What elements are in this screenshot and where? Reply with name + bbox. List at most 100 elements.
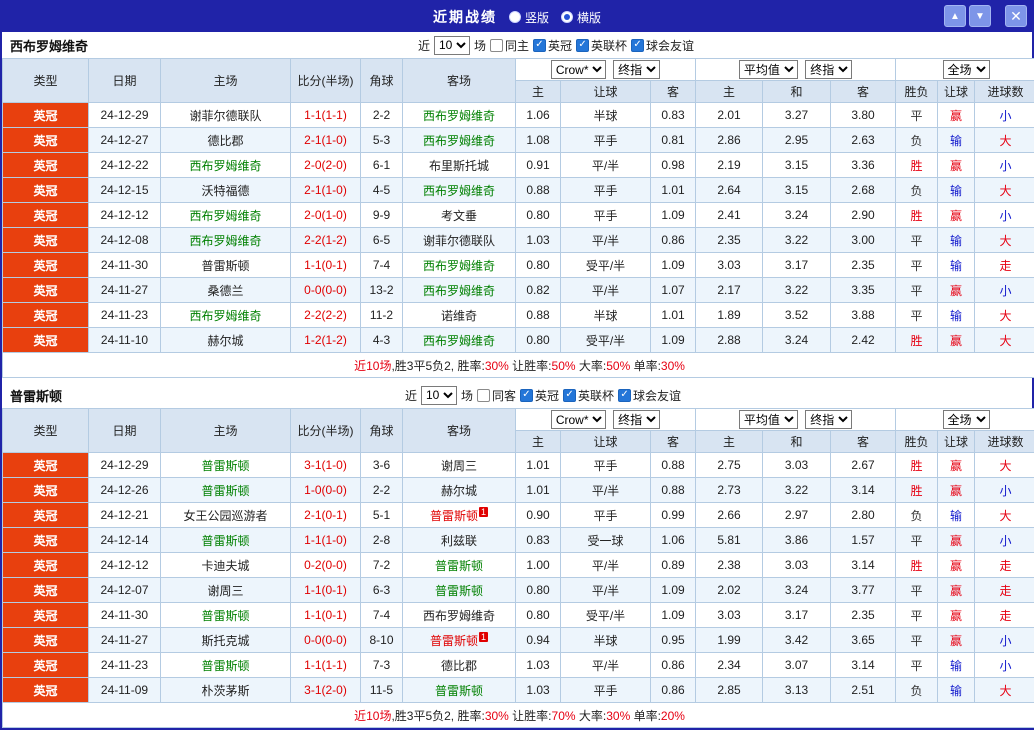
league-type-badge[interactable]: 英冠 xyxy=(2,527,89,553)
league-type-badge[interactable]: 英冠 xyxy=(2,452,89,478)
team-name[interactable]: 普雷斯顿 xyxy=(201,534,249,548)
team-name[interactable]: 西布罗姆维奇 xyxy=(423,184,495,198)
scope-select[interactable]: 全场 xyxy=(942,410,990,429)
team-name[interactable]: 德比郡 xyxy=(207,134,243,148)
league-type-badge[interactable]: 英冠 xyxy=(2,152,89,178)
team-name[interactable]: 西布罗姆维奇 xyxy=(189,234,261,248)
checkbox-checked-icon[interactable]: ✓ xyxy=(576,38,590,52)
team-name[interactable]: 普雷斯顿 xyxy=(201,609,249,623)
league-type-badge[interactable]: 英冠 xyxy=(2,102,89,128)
team-name[interactable]: 西布罗姆维奇 xyxy=(423,284,495,298)
team-name[interactable]: 朴茨茅斯 xyxy=(201,684,249,698)
result-outcome: 平 xyxy=(895,602,939,628)
team-name[interactable]: 诺维奇 xyxy=(441,309,477,323)
league-filter-efl-cup[interactable]: ✓ 英联杯 xyxy=(576,37,627,54)
average-final-select[interactable]: 终指 xyxy=(805,410,853,429)
league-type-badge[interactable]: 英冠 xyxy=(2,202,89,228)
layout-vertical-option[interactable]: 竖版 xyxy=(508,9,549,26)
average-odds-header: 平均值 终指 xyxy=(695,408,897,431)
team-name[interactable]: 普雷斯顿 xyxy=(201,259,249,273)
league-type-badge[interactable]: 英冠 xyxy=(2,577,89,603)
checkbox-checked-icon[interactable]: ✓ xyxy=(533,38,546,52)
team-name[interactable]: 考文垂 xyxy=(441,209,477,223)
team-name[interactable]: 普雷斯顿 xyxy=(430,509,478,523)
league-type-badge[interactable]: 英冠 xyxy=(2,502,89,528)
league-type-badge[interactable]: 英冠 xyxy=(2,227,89,253)
team-name[interactable]: 谢菲尔德联队 xyxy=(189,109,261,123)
same-venue-filter[interactable]: 同主 xyxy=(489,37,529,54)
team-name[interactable]: 普雷斯顿 xyxy=(201,459,249,473)
odds-company-select[interactable]: Crow* xyxy=(550,410,606,429)
team-name[interactable]: 桑德兰 xyxy=(207,284,243,298)
league-type-badge[interactable]: 英冠 xyxy=(2,327,89,353)
league-filter-friendly[interactable]: ✓ 球会友谊 xyxy=(618,387,681,404)
league-type-badge[interactable]: 英冠 xyxy=(2,627,89,653)
team-name[interactable]: 西布罗姆维奇 xyxy=(423,259,495,273)
same-venue-filter[interactable]: 同客 xyxy=(476,387,516,404)
league-filter-friendly[interactable]: ✓ 球会友谊 xyxy=(631,37,694,54)
team-name[interactable]: 利兹联 xyxy=(441,534,477,548)
checkbox-checked-icon[interactable]: ✓ xyxy=(563,388,577,402)
league-type-badge[interactable]: 英冠 xyxy=(2,602,89,628)
radio-selected-icon[interactable] xyxy=(561,11,573,23)
scope-select[interactable]: 全场 xyxy=(942,60,990,79)
team-name[interactable]: 普雷斯顿 xyxy=(201,484,249,498)
league-filter-championship[interactable]: ✓ 英冠 xyxy=(520,387,559,404)
match-count-select[interactable]: 10 xyxy=(433,35,470,55)
average-select[interactable]: 平均值 xyxy=(738,410,798,429)
team-name[interactable]: 西布罗姆维奇 xyxy=(423,109,495,123)
away-team-cell: 西布罗姆维奇 xyxy=(402,277,516,303)
team-name[interactable]: 谢周三 xyxy=(207,584,243,598)
league-type-badge[interactable]: 英冠 xyxy=(2,127,89,153)
team-name[interactable]: 西布罗姆维奇 xyxy=(189,209,261,223)
team-name[interactable]: 德比郡 xyxy=(441,659,477,673)
team-name[interactable]: 女王公园巡游者 xyxy=(183,509,267,523)
league-type-badge[interactable]: 英冠 xyxy=(2,177,89,203)
league-type-badge[interactable]: 英冠 xyxy=(2,277,89,303)
average-final-select[interactable]: 终指 xyxy=(805,60,853,79)
checkbox-unchecked-icon[interactable] xyxy=(489,38,503,52)
league-type-badge[interactable]: 英冠 xyxy=(2,552,89,578)
team-name[interactable]: 西布罗姆维奇 xyxy=(423,134,495,148)
team-name[interactable]: 斯托克城 xyxy=(201,634,249,648)
team-name[interactable]: 普雷斯顿 xyxy=(435,584,483,598)
odds-company-select[interactable]: Crow* xyxy=(550,60,606,79)
team-name[interactable]: 沃特福德 xyxy=(201,184,249,198)
team-name[interactable]: 西布罗姆维奇 xyxy=(423,334,495,348)
radio-unselected-icon[interactable] xyxy=(508,11,521,23)
league-filter-championship[interactable]: ✓ 英冠 xyxy=(533,37,572,54)
team-name[interactable]: 赫尔城 xyxy=(207,334,243,348)
team-name[interactable]: 西布罗姆维奇 xyxy=(189,309,261,323)
corner-count: 8-10 xyxy=(360,627,403,653)
close-button[interactable]: ✕ xyxy=(1005,5,1027,27)
team-name[interactable]: 卡迪夫城 xyxy=(201,559,249,573)
team-name[interactable]: 西布罗姆维奇 xyxy=(189,159,261,173)
team-name[interactable]: 普雷斯顿 xyxy=(435,559,483,573)
team-name[interactable]: 布里斯托城 xyxy=(429,159,489,173)
team-name[interactable]: 谢周三 xyxy=(441,459,477,473)
league-type-badge[interactable]: 英冠 xyxy=(2,302,89,328)
match-count-select[interactable]: 10 xyxy=(420,385,457,405)
average-select[interactable]: 平均值 xyxy=(738,60,798,79)
subcol-handicap-result: 让球 xyxy=(937,430,976,453)
odds-final-select[interactable]: 终指 xyxy=(613,60,661,79)
team-name[interactable]: 赫尔城 xyxy=(441,484,477,498)
team-name[interactable]: 谢菲尔德联队 xyxy=(423,234,495,248)
league-type-badge[interactable]: 英冠 xyxy=(2,477,89,503)
team-name[interactable]: 普雷斯顿 xyxy=(201,659,249,673)
checkbox-unchecked-icon[interactable] xyxy=(476,388,490,402)
checkbox-checked-icon[interactable]: ✓ xyxy=(520,388,533,402)
scroll-up-button[interactable]: ▲ xyxy=(944,5,966,27)
odds-final-select[interactable]: 终指 xyxy=(613,410,661,429)
team-name[interactable]: 普雷斯顿 xyxy=(430,634,478,648)
league-type-badge[interactable]: 英冠 xyxy=(2,252,89,278)
layout-horizontal-option[interactable]: 横版 xyxy=(561,9,601,26)
scroll-down-button[interactable]: ▼ xyxy=(969,5,991,27)
league-filter-efl-cup[interactable]: ✓ 英联杯 xyxy=(563,387,614,404)
checkbox-checked-icon[interactable]: ✓ xyxy=(618,388,632,402)
league-type-badge[interactable]: 英冠 xyxy=(2,677,89,703)
team-name[interactable]: 普雷斯顿 xyxy=(435,684,483,698)
team-name[interactable]: 西布罗姆维奇 xyxy=(423,609,495,623)
checkbox-checked-icon[interactable]: ✓ xyxy=(631,38,645,52)
league-type-badge[interactable]: 英冠 xyxy=(2,652,89,678)
